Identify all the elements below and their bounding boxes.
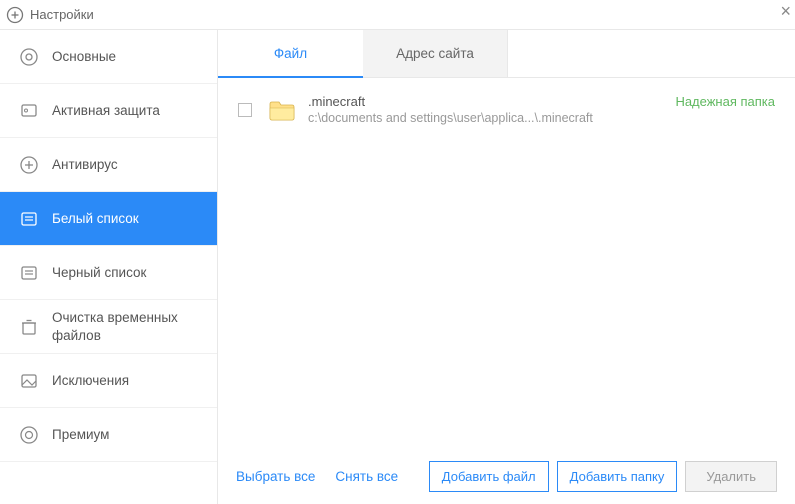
tab-site[interactable]: Адрес сайта	[363, 30, 508, 78]
window-title: Настройки	[30, 7, 94, 22]
list-item[interactable]: .minecraft c:\documents and settings\use…	[218, 78, 795, 135]
main-panel: Файл Адрес сайта .minecraft c:\documents…	[218, 30, 795, 504]
sidebar-item-general[interactable]: Основные	[0, 30, 217, 84]
sidebar-item-antivirus[interactable]: Антивирус	[0, 138, 217, 192]
tabs-spacer	[508, 30, 795, 78]
file-list: .minecraft c:\documents and settings\use…	[218, 78, 795, 448]
whitelist-icon	[18, 208, 40, 230]
sidebar-item-label: Активная защита	[52, 103, 160, 118]
titlebar: Настройки ×	[0, 0, 795, 30]
sidebar-item-cleanup[interactable]: Очистка временных файлов	[0, 300, 217, 354]
sidebar-item-label: Черный список	[52, 265, 146, 280]
sidebar-item-premium[interactable]: Премиум	[0, 408, 217, 462]
close-button[interactable]: ×	[776, 0, 795, 22]
sidebar-item-label: Очистка временных файлов	[52, 309, 178, 344]
gear-icon	[18, 46, 40, 68]
sidebar-item-label: Антивирус	[52, 157, 118, 172]
file-info: .minecraft c:\documents and settings\use…	[308, 94, 675, 125]
file-path: c:\documents and settings\user\applica..…	[308, 111, 675, 125]
sidebar-item-label: Белый список	[52, 211, 139, 226]
tab-file[interactable]: Файл	[218, 30, 363, 78]
file-name: .minecraft	[308, 94, 675, 109]
image-icon	[18, 370, 40, 392]
sidebar-item-active-protection[interactable]: Активная защита	[0, 84, 217, 138]
plus-circle-icon	[18, 154, 40, 176]
footer: Выбрать все Снять все Добавить файл Доба…	[218, 448, 795, 504]
deselect-all-link[interactable]: Снять все	[335, 469, 398, 484]
select-all-link[interactable]: Выбрать все	[236, 469, 315, 484]
tabs: Файл Адрес сайта	[218, 30, 795, 78]
sidebar: Основные Активная защита Антивирус Белый…	[0, 30, 218, 504]
sidebar-item-exceptions[interactable]: Исключения	[0, 354, 217, 408]
trash-icon	[18, 316, 40, 338]
file-status: Надежная папка	[675, 94, 775, 109]
add-folder-button[interactable]: Добавить папку	[557, 461, 678, 492]
sidebar-item-whitelist[interactable]: Белый список	[0, 192, 217, 246]
delete-button[interactable]: Удалить	[685, 461, 777, 492]
sidebar-item-label: Премиум	[52, 427, 109, 442]
plus-circle-icon	[6, 6, 24, 24]
sidebar-item-label: Исключения	[52, 373, 129, 388]
shield-icon	[18, 100, 40, 122]
blacklist-icon	[18, 262, 40, 284]
add-file-button[interactable]: Добавить файл	[429, 461, 549, 492]
sidebar-item-blacklist[interactable]: Черный список	[0, 246, 217, 300]
sidebar-item-label: Основные	[52, 49, 116, 64]
premium-icon	[18, 424, 40, 446]
folder-icon	[268, 98, 296, 122]
checkbox[interactable]	[238, 103, 252, 117]
